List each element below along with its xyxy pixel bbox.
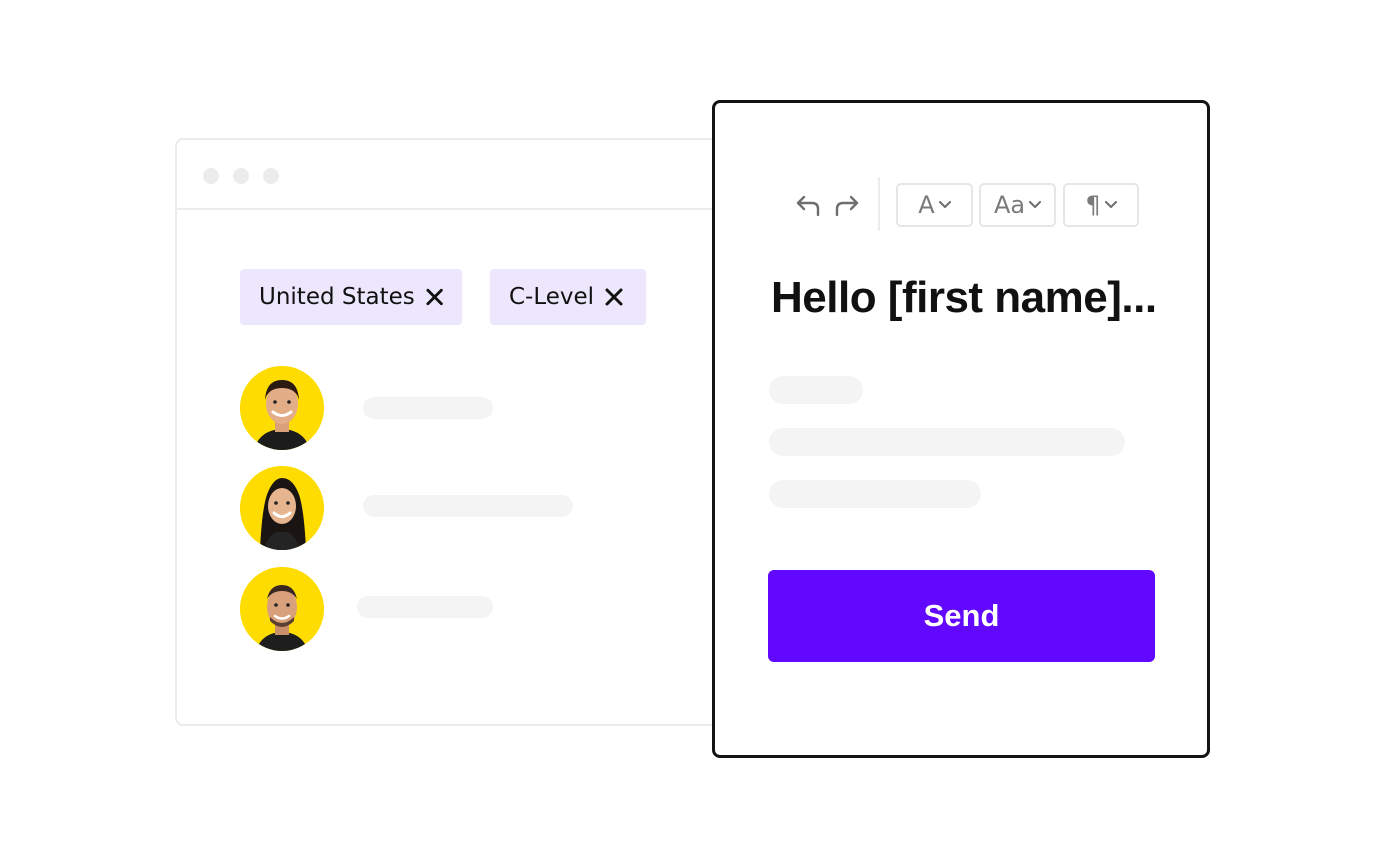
filter-chip-label: United States <box>259 284 415 310</box>
email-composer: A Aa ¶ Hello [first name]... Send <box>712 100 1210 758</box>
contact-avatar[interactable] <box>240 366 326 452</box>
paragraph-dropdown-label: ¶ <box>1085 191 1101 219</box>
contact-avatar[interactable] <box>240 567 326 653</box>
filter-chip-united-states[interactable]: United States <box>240 269 462 325</box>
filter-chip-label: C-Level <box>509 284 595 310</box>
font-dropdown[interactable]: A <box>896 183 973 227</box>
close-icon[interactable] <box>425 287 444 307</box>
text-size-dropdown[interactable]: Aa <box>979 183 1056 227</box>
body-text-placeholder <box>769 376 863 404</box>
toolbar-divider <box>878 177 880 231</box>
window-control-dot <box>203 168 219 184</box>
chevron-down-icon <box>1029 201 1042 208</box>
window-title-bar <box>177 140 773 210</box>
close-icon[interactable] <box>604 287 624 307</box>
email-greeting[interactable]: Hello [first name]... <box>771 273 1191 323</box>
chevron-down-icon <box>938 201 951 208</box>
window-control-dot <box>233 168 249 184</box>
send-button[interactable]: Send <box>768 570 1155 662</box>
window-control-dot <box>263 168 279 184</box>
body-text-placeholder <box>769 428 1125 456</box>
illustration-stage: United States C-Level A Aa ¶ Hello [firs… <box>0 0 1380 862</box>
font-dropdown-label: A <box>918 191 935 219</box>
paragraph-dropdown[interactable]: ¶ <box>1063 183 1139 227</box>
chevron-down-icon <box>1104 201 1117 208</box>
contact-name-placeholder <box>357 596 493 618</box>
body-text-placeholder <box>769 480 981 508</box>
filter-chip-c-level[interactable]: C-Level <box>490 269 646 325</box>
avatar <box>240 567 324 651</box>
avatar <box>240 466 324 550</box>
text-size-dropdown-label: Aa <box>993 191 1026 219</box>
contact-avatar[interactable] <box>240 466 326 552</box>
contact-name-placeholder <box>363 495 573 517</box>
contact-list-window: United States C-Level <box>175 138 775 726</box>
avatar <box>240 366 324 450</box>
contact-name-placeholder <box>363 397 493 419</box>
undo-icon[interactable] <box>792 191 822 221</box>
redo-icon[interactable] <box>833 191 863 221</box>
